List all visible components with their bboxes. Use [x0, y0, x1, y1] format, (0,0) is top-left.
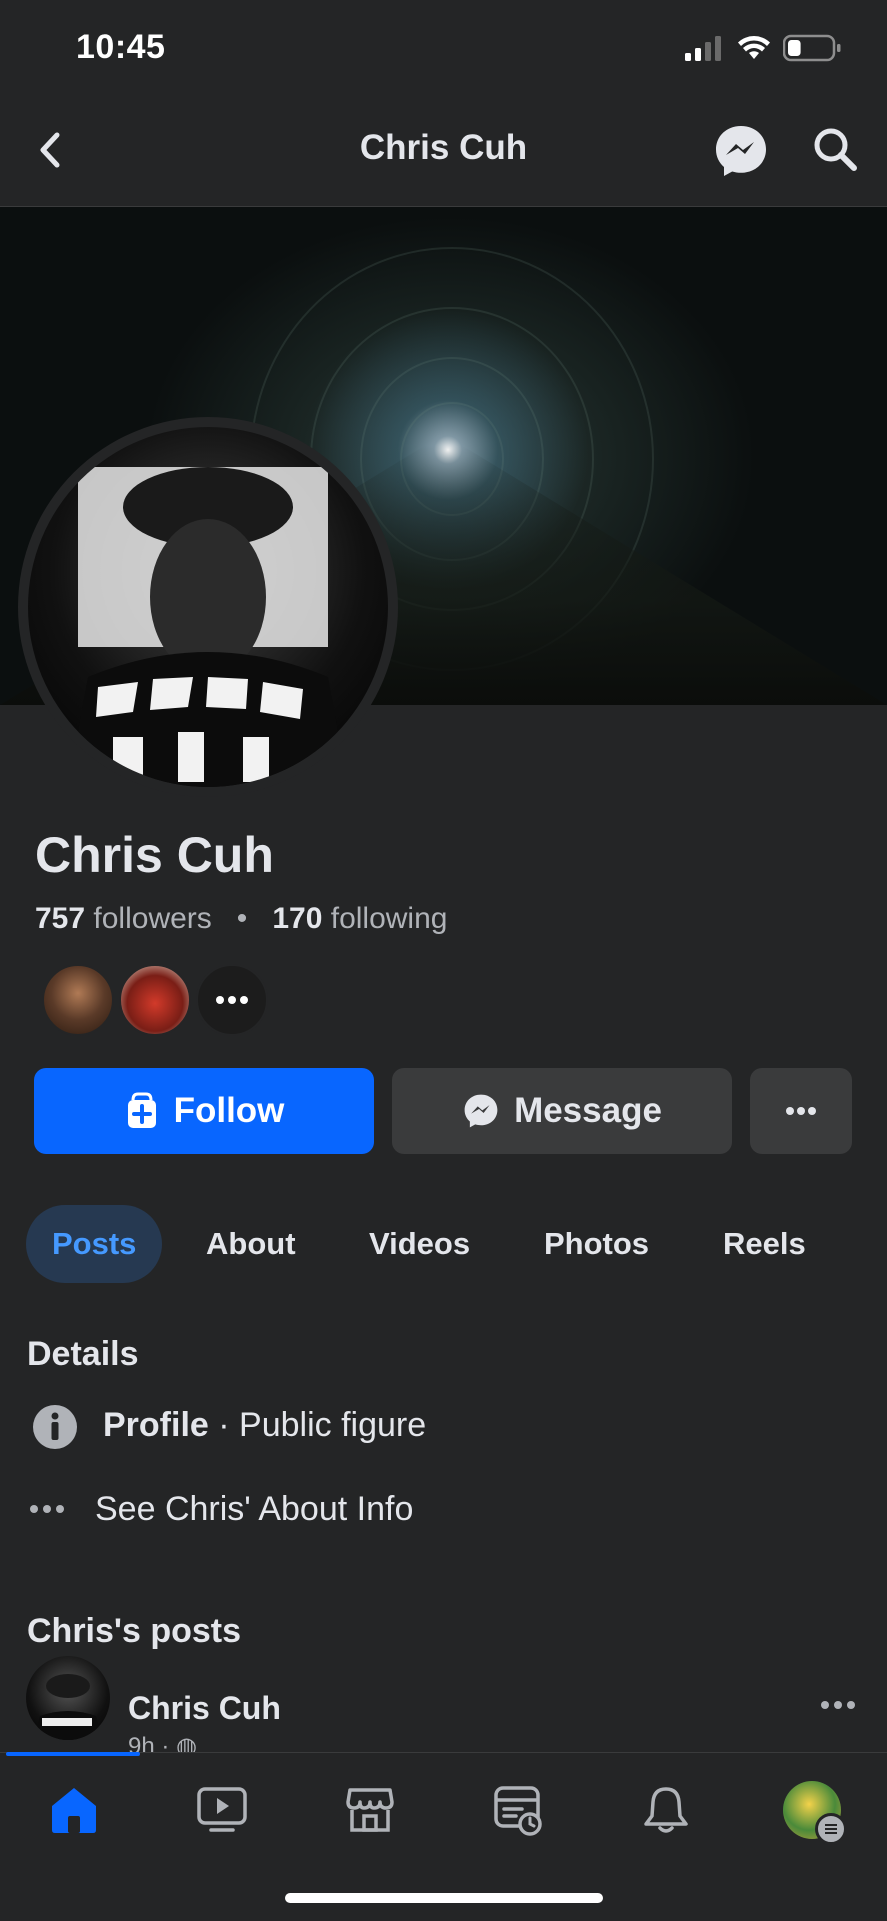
tab-videos[interactable]: Videos: [343, 1205, 496, 1283]
follow-label: Follow: [173, 1091, 285, 1130]
home-icon: [52, 1788, 96, 1833]
tab-posts[interactable]: Posts: [26, 1205, 163, 1283]
nav-marketplace[interactable]: [340, 1780, 400, 1840]
following-count[interactable]: 170: [272, 902, 322, 935]
nav-notifications[interactable]: [636, 1780, 696, 1840]
messenger-icon: [716, 126, 766, 176]
following-label[interactable]: following: [331, 902, 448, 935]
nav-menu[interactable]: [782, 1780, 847, 1845]
search-button[interactable]: [810, 124, 862, 176]
globe-icon: ◍: [176, 1733, 197, 1752]
menu-avatar: [783, 1781, 847, 1845]
more-followers-button[interactable]: [196, 964, 268, 1036]
post-author-name[interactable]: Chris Cuh: [128, 1690, 281, 1727]
messenger-icon: [464, 1094, 498, 1128]
profile-name: Chris Cuh: [35, 827, 274, 883]
stats-separator: •: [236, 902, 248, 935]
info-icon: [32, 1404, 78, 1450]
follow-stats: 757 followers • 170 following: [35, 902, 447, 936]
tab-reels[interactable]: Reels: [697, 1205, 832, 1283]
profile-category-value: · Public figure: [218, 1406, 427, 1444]
nav-home[interactable]: [44, 1780, 104, 1840]
message-label: Message: [514, 1091, 662, 1130]
battery-icon: [783, 34, 841, 62]
feeds-icon: [494, 1786, 542, 1836]
more-dots-icon: [821, 1701, 855, 1709]
more-dots-icon: [28, 1494, 66, 1524]
follower-avatar[interactable]: [119, 964, 191, 1036]
nav-active-indicator: [6, 1752, 140, 1756]
posts-heading: Chris's posts: [27, 1612, 242, 1650]
post-author-avatar[interactable]: [26, 1656, 110, 1740]
video-icon: [197, 1787, 247, 1832]
status-time: 10:45: [76, 28, 166, 66]
follow-icon: [127, 1092, 156, 1128]
top-bar: Chris Cuh: [0, 100, 887, 207]
messenger-button[interactable]: [712, 122, 770, 180]
signal-icon: [685, 36, 721, 61]
post-timestamp: 9h · ◍: [128, 1732, 197, 1752]
hamburger-icon: [815, 1813, 847, 1845]
see-about-info-link[interactable]: See Chris' About Info: [95, 1490, 413, 1529]
home-indicator: [285, 1893, 603, 1903]
search-icon: [814, 128, 857, 171]
post-time: 9h ·: [128, 1733, 177, 1752]
more-dots-icon: [786, 1107, 816, 1115]
profile-avatar[interactable]: [28, 427, 388, 787]
nav-video[interactable]: [192, 1780, 252, 1840]
profile-category-label: Profile: [103, 1406, 209, 1444]
tab-about[interactable]: About: [180, 1205, 322, 1283]
nav-feeds[interactable]: [488, 1780, 548, 1840]
followers-count[interactable]: 757: [35, 902, 85, 935]
post-options-button[interactable]: [820, 1700, 856, 1710]
bell-icon: [644, 1787, 688, 1833]
more-options-button[interactable]: [750, 1068, 852, 1154]
follow-button[interactable]: Follow: [34, 1068, 374, 1154]
follower-avatar[interactable]: [42, 964, 114, 1036]
followers-label[interactable]: followers: [93, 902, 211, 935]
marketplace-icon: [346, 1788, 394, 1832]
details-heading: Details: [27, 1335, 139, 1373]
more-dots-icon: [216, 996, 248, 1004]
tab-photos[interactable]: Photos: [518, 1205, 675, 1283]
message-button[interactable]: Message: [392, 1068, 732, 1154]
wifi-icon: [738, 36, 770, 59]
profile-category: Profile · Public figure: [103, 1406, 426, 1445]
status-icons: [685, 34, 841, 62]
